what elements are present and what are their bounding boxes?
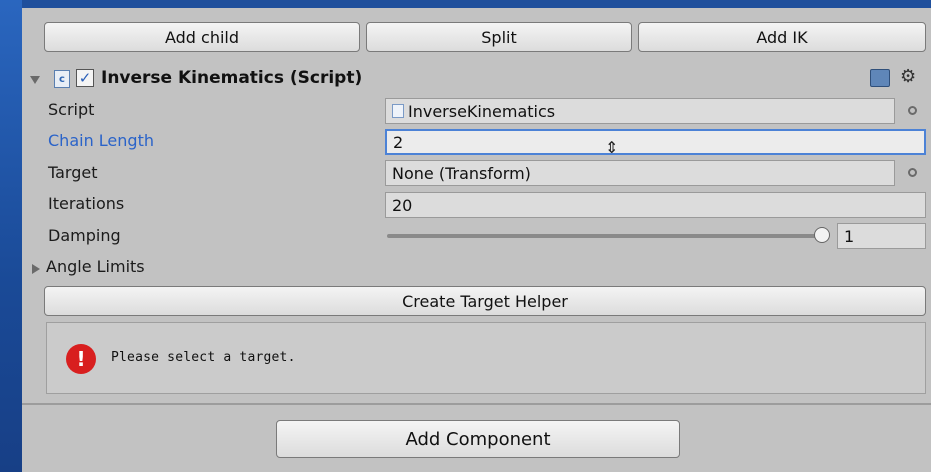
damping-slider-thumb[interactable]: [814, 227, 830, 243]
divider: [22, 403, 931, 405]
target-label: Target: [48, 163, 98, 182]
triangle-down-icon[interactable]: [30, 76, 40, 84]
error-icon: !: [66, 344, 96, 374]
damping-slider-track[interactable]: [387, 234, 822, 238]
iterations-label: Iterations: [48, 194, 125, 213]
object-picker-icon[interactable]: [908, 106, 917, 115]
script-label: Script: [48, 100, 95, 119]
script-file-icon: [392, 104, 404, 118]
chain-length-input[interactable]: 2: [385, 129, 926, 155]
damping-label: Damping: [48, 226, 121, 245]
component-header[interactable]: c ✓ Inverse Kinematics (Script) ⚙: [22, 64, 931, 94]
script-field-value: InverseKinematics: [408, 101, 556, 121]
inspector-panel: Add child Split Add IK c ✓ Inverse Kinem…: [22, 8, 931, 472]
damping-input[interactable]: 1: [837, 223, 926, 249]
add-child-button[interactable]: Add child: [44, 22, 360, 52]
drag-cursor-icon: ⇕: [605, 138, 619, 157]
chain-length-label: Chain Length: [48, 131, 154, 150]
split-button[interactable]: Split: [366, 22, 632, 52]
cs-script-icon: c: [54, 70, 70, 88]
desktop-background: [0, 0, 22, 472]
object-picker-icon[interactable]: [908, 168, 917, 177]
add-ik-button[interactable]: Add IK: [638, 22, 926, 52]
create-target-helper-button[interactable]: Create Target Helper: [44, 286, 926, 316]
script-field[interactable]: InverseKinematics: [385, 98, 895, 124]
component-title: Inverse Kinematics (Script): [101, 68, 363, 88]
component-enabled-checkbox[interactable]: ✓: [76, 69, 94, 87]
target-field[interactable]: None (Transform): [385, 160, 895, 186]
add-component-button[interactable]: Add Component: [276, 420, 680, 458]
help-message: Please select a target.: [111, 350, 296, 365]
iterations-input[interactable]: 20: [385, 192, 926, 218]
angle-limits-foldout[interactable]: Angle Limits: [46, 257, 145, 276]
gear-icon[interactable]: ⚙: [900, 66, 916, 87]
book-icon[interactable]: [870, 69, 890, 87]
triangle-right-icon[interactable]: [32, 264, 40, 274]
help-box: ! Please select a target.: [46, 322, 926, 394]
